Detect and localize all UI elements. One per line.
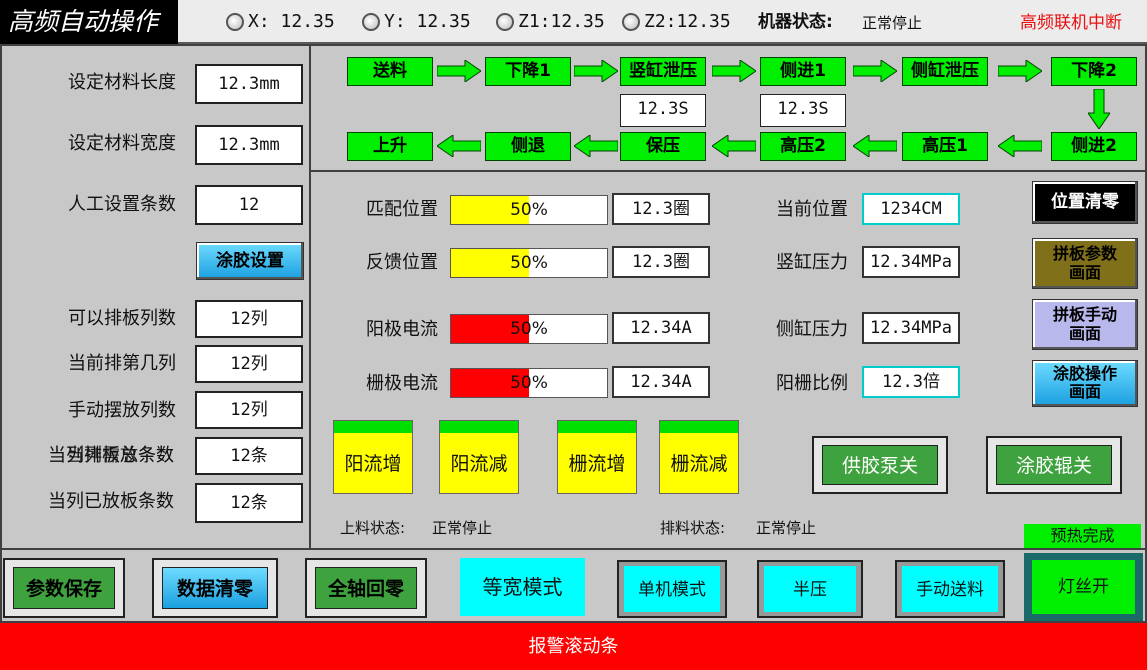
flow-step-vertical-release: 竖缸泄压 bbox=[620, 57, 706, 86]
material-width-field[interactable]: 12.3mm bbox=[195, 125, 303, 165]
vertical-pressure-label: 竖缸压力 bbox=[776, 252, 848, 273]
material-length-label: 设定材料长度 bbox=[68, 72, 176, 93]
arrow-left-icon bbox=[574, 135, 618, 157]
flow-step-side-release: 侧缸泄压 bbox=[902, 57, 988, 86]
placed-count-field[interactable]: 12条 bbox=[195, 483, 303, 523]
position-reset-button[interactable]: 位置清零 bbox=[1032, 181, 1138, 224]
vertical-pressure-value: 12.34MPa bbox=[862, 246, 960, 278]
machine-status-value: 正常停止 bbox=[862, 14, 923, 32]
gauge-match-label: 匹配位置 bbox=[366, 199, 438, 220]
arrow-right-icon bbox=[853, 60, 897, 82]
manual-count-label: 人工设置条数 bbox=[68, 194, 176, 215]
material-length-field[interactable]: 12.3mm bbox=[195, 64, 303, 104]
anode-current-increase-button[interactable]: 阳流增 bbox=[333, 420, 413, 494]
axis-z2-radio[interactable] bbox=[622, 13, 640, 31]
current-column-field[interactable]: 12列 bbox=[195, 345, 303, 383]
flow-step-lower-2: 下降2 bbox=[1051, 57, 1137, 86]
flow-step-side-in-1: 侧进1 bbox=[760, 57, 846, 86]
manual-columns-label: 手动摆放列数 bbox=[68, 400, 176, 421]
placed-count-label: 当列已放板条数 bbox=[48, 491, 174, 512]
gauge-match-bar: 50% bbox=[450, 195, 608, 225]
possible-columns-label: 可以排板列数 bbox=[68, 308, 176, 329]
side-pressure-value: 12.34MPa bbox=[862, 312, 960, 344]
manual-feed-button[interactable]: 手动送料 bbox=[895, 560, 1005, 618]
flow-step-lower-1: 下降1 bbox=[485, 57, 571, 86]
arrow-left-icon bbox=[853, 135, 897, 157]
clear-data-button[interactable]: 数据清零 bbox=[152, 558, 278, 618]
single-mode-button[interactable]: 单机模式 bbox=[617, 560, 727, 618]
flow-step-feed: 送料 bbox=[347, 57, 433, 86]
feed-status-value: 正常停止 bbox=[432, 519, 493, 537]
gauge-feedback-label: 反馈位置 bbox=[366, 252, 438, 273]
current-position-label: 当前位置 bbox=[776, 199, 848, 220]
side-pressure-label: 侧缸压力 bbox=[776, 319, 848, 340]
flow-step-rise: 上升 bbox=[347, 132, 433, 161]
axis-x-radio[interactable] bbox=[226, 13, 244, 31]
board-params-button[interactable]: 拼板参数 画面 bbox=[1032, 238, 1138, 289]
gauge-anode-bar: 50% bbox=[450, 314, 608, 344]
glue-operation-button[interactable]: 涂胶操作 画面 bbox=[1032, 360, 1138, 407]
gauge-grid-value: 12.34A bbox=[612, 366, 710, 398]
axis-y-readout: Y: 12.35 bbox=[384, 11, 471, 32]
flow-step-high-pressure-1: 高压1 bbox=[902, 132, 988, 161]
current-position-value: 1234CM bbox=[862, 193, 960, 225]
preheat-indicator: 预热完成 bbox=[1024, 524, 1141, 548]
gauge-grid-label: 栅极电流 bbox=[366, 373, 438, 394]
equal-width-mode-indicator[interactable]: 等宽模式 bbox=[460, 558, 585, 616]
board-manual-button[interactable]: 拼板手动 画面 bbox=[1032, 299, 1138, 350]
feed-status-label: 上料状态: bbox=[340, 519, 406, 537]
column-needed-label: 当列需放条数 bbox=[66, 445, 174, 466]
grid-current-decrease-button[interactable]: 栅流减 bbox=[659, 420, 739, 494]
save-params-button[interactable]: 参数保存 bbox=[3, 558, 125, 618]
flow-timer-2: 12.3S bbox=[760, 94, 846, 127]
gauge-anode-value: 12.34A bbox=[612, 312, 710, 344]
glue-setting-button[interactable]: 涂胶设置 bbox=[196, 242, 304, 280]
axis-z2-readout: Z2:12.35 bbox=[644, 11, 731, 32]
flow-timer-1: 12.3S bbox=[620, 94, 706, 127]
possible-columns-field[interactable]: 12列 bbox=[195, 300, 303, 338]
grid-current-increase-button[interactable]: 栅流增 bbox=[557, 420, 637, 494]
gauge-grid-bar: 50% bbox=[450, 368, 608, 398]
anode-current-decrease-button[interactable]: 阳流减 bbox=[439, 420, 519, 494]
ratio-value: 12.3倍 bbox=[862, 366, 960, 398]
material-width-label: 设定材料宽度 bbox=[68, 133, 176, 154]
discharge-status-value: 正常停止 bbox=[756, 519, 817, 537]
arrow-left-icon bbox=[998, 135, 1042, 157]
manual-count-field[interactable]: 12 bbox=[195, 185, 303, 225]
current-column-label: 当前排第几列 bbox=[68, 353, 176, 374]
header-bar: 高频自动操作 X: 12.35 Y: 12.35 Z1:12.35 Z2:12.… bbox=[0, 0, 1147, 44]
gauge-feedback-value: 12.3圈 bbox=[612, 246, 710, 278]
axis-z1-readout: Z1:12.35 bbox=[518, 11, 605, 32]
glue-roller-button[interactable]: 涂胶辊关 bbox=[986, 436, 1122, 494]
flow-step-high-pressure-2: 高压2 bbox=[760, 132, 846, 161]
discharge-status-label: 排料状态: bbox=[660, 519, 726, 537]
link-status: 高频联机中断 bbox=[1020, 13, 1122, 33]
flow-step-side-back: 侧退 bbox=[485, 132, 571, 161]
flow-step-hold-pressure: 保压 bbox=[620, 132, 706, 161]
arrow-left-icon bbox=[712, 135, 756, 157]
arrow-right-icon bbox=[998, 60, 1042, 82]
machine-status-label: 机器状态: bbox=[758, 12, 833, 32]
arrow-down-icon bbox=[1088, 89, 1110, 129]
manual-columns-field[interactable]: 12列 bbox=[195, 391, 303, 429]
arrow-left-icon bbox=[437, 135, 481, 157]
gauge-match-value: 12.3圈 bbox=[612, 193, 710, 225]
axis-y-radio[interactable] bbox=[362, 13, 380, 31]
arrow-right-icon bbox=[574, 60, 618, 82]
arrow-right-icon bbox=[437, 60, 481, 82]
axis-x-readout: X: 12.35 bbox=[248, 11, 335, 32]
arrow-right-icon bbox=[712, 60, 756, 82]
gauge-anode-label: 阳极电流 bbox=[366, 319, 438, 340]
page-title: 高频自动操作 bbox=[0, 0, 178, 44]
current-count-field[interactable]: 12条 bbox=[195, 437, 303, 475]
axis-z1-radio[interactable] bbox=[496, 13, 514, 31]
flow-step-side-in-2: 侧进2 bbox=[1051, 132, 1137, 161]
glue-pump-button[interactable]: 供胶泵关 bbox=[812, 436, 948, 494]
ratio-label: 阳栅比例 bbox=[776, 373, 848, 394]
gauge-feedback-bar: 50% bbox=[450, 248, 608, 278]
filament-on-button[interactable]: 灯丝开 bbox=[1032, 560, 1135, 614]
half-pressure-button[interactable]: 半压 bbox=[757, 560, 863, 618]
home-all-button[interactable]: 全轴回零 bbox=[305, 558, 427, 618]
alarm-scroll-bar: 报警滚动条 bbox=[0, 623, 1147, 670]
